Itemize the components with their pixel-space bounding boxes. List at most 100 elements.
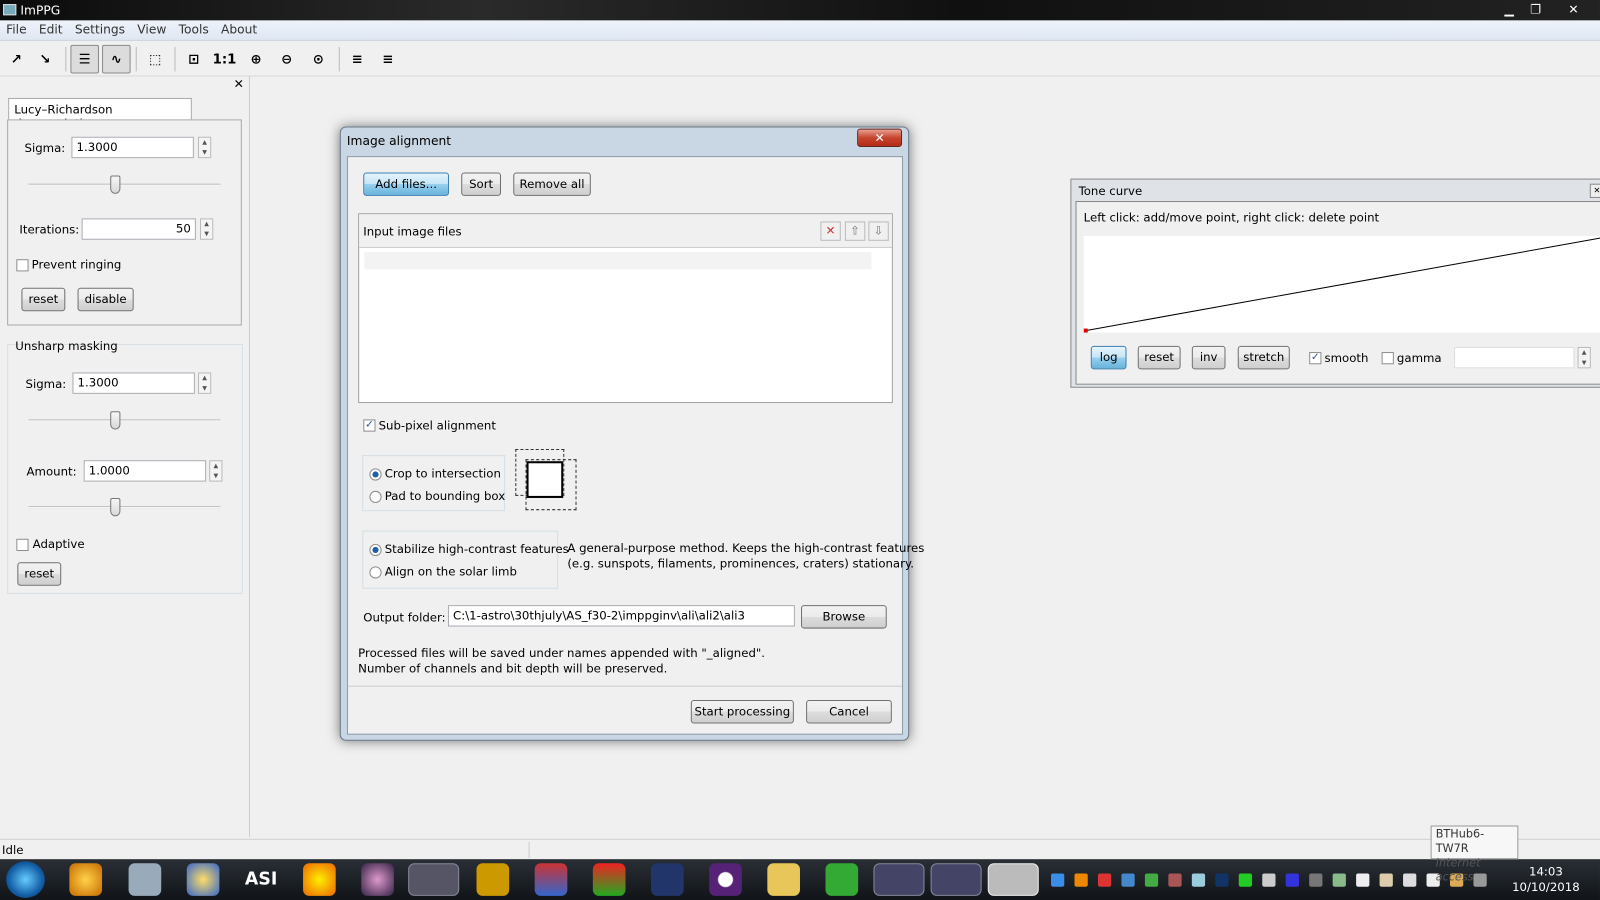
amount-slider[interactable]: [28, 506, 221, 509]
input-files-list[interactable]: Input image files ✕ ⇧ ⇩: [358, 213, 893, 404]
prevent-ringing-checkbox[interactable]: [16, 259, 29, 272]
taskbar-app-icon[interactable]: [592, 863, 626, 896]
taskbar-vpn-icon[interactable]: [709, 863, 742, 896]
taskbar-app-icon[interactable]: [303, 863, 336, 896]
close-app-button[interactable]: ✕: [1555, 0, 1592, 18]
taskbar-app-icon[interactable]: [651, 863, 684, 896]
move-up-icon[interactable]: ⇧: [844, 221, 866, 241]
amount-spinner[interactable]: ▲ ▼: [209, 460, 223, 482]
menu-view[interactable]: View: [131, 20, 172, 38]
gamma-spinner[interactable]: ▲ ▼: [1577, 346, 1591, 369]
menu-edit[interactable]: Edit: [33, 20, 69, 38]
limb-radio[interactable]: [369, 566, 382, 579]
tray-icon[interactable]: [1309, 873, 1323, 887]
gamma-input[interactable]: [1454, 346, 1575, 369]
taskbar-impPG-icon[interactable]: [408, 863, 460, 896]
zoom-out-icon[interactable]: ⊖: [272, 45, 301, 74]
tray-icon[interactable]: [1074, 873, 1088, 887]
tray-icon[interactable]: [1285, 873, 1299, 887]
tone-curve-canvas[interactable]: [1083, 235, 1600, 333]
zoom-in-icon[interactable]: ⊕: [242, 45, 271, 74]
lr-sigma-input[interactable]: 1.3000: [71, 136, 194, 159]
gamma-checkbox[interactable]: [1381, 352, 1394, 365]
output-folder-input[interactable]: C:\1-astro\30thjuly\AS_f30-2\imppginv\al…: [447, 605, 795, 627]
taskbar-app-icon[interactable]: [534, 863, 568, 896]
tray-icon[interactable]: [1168, 873, 1182, 887]
tone-curve-icon[interactable]: ∿: [102, 44, 131, 74]
sort-button[interactable]: Sort: [461, 172, 502, 196]
tray-icon[interactable]: [1121, 873, 1135, 887]
tray-bluetooth-icon[interactable]: [1215, 873, 1229, 887]
iterations-input[interactable]: 50: [81, 218, 196, 240]
select-region-icon[interactable]: ⬚: [141, 45, 170, 74]
tray-flag-icon[interactable]: [1356, 873, 1370, 887]
tray-icon[interactable]: [1379, 873, 1393, 887]
save-settings-icon[interactable]: ≡: [343, 45, 372, 74]
smooth-checkbox[interactable]: ✓: [1309, 352, 1322, 365]
add-files-button[interactable]: Add files...: [363, 172, 449, 196]
tray-volume-icon[interactable]: [1262, 873, 1276, 887]
taskbar-asi-icon[interactable]: ASI: [245, 863, 278, 896]
log-button[interactable]: log: [1090, 345, 1127, 370]
stretch-button[interactable]: stretch: [1237, 345, 1290, 370]
lr-sigma-slider-thumb[interactable]: [109, 175, 120, 194]
remove-file-icon[interactable]: ✕: [820, 221, 841, 241]
move-down-icon[interactable]: ⇩: [868, 221, 889, 241]
tab-lucy-richardson[interactable]: Lucy–Richardson deconvolution: [8, 97, 192, 131]
fit-window-icon[interactable]: ⊡: [180, 45, 209, 74]
restore-button[interactable]: ❐: [1520, 0, 1551, 18]
remove-all-button[interactable]: Remove all: [513, 172, 591, 196]
curve-point[interactable]: [1083, 328, 1088, 333]
menu-tools[interactable]: Tools: [172, 20, 214, 38]
tray-power-icon[interactable]: [1403, 873, 1417, 887]
lr-disable-button[interactable]: disable: [77, 287, 134, 312]
tray-icon[interactable]: [1191, 873, 1206, 887]
crop-radio[interactable]: [369, 468, 382, 481]
zoom-custom-icon[interactable]: ⊙: [304, 45, 333, 74]
amount-input[interactable]: 1.0000: [83, 460, 207, 482]
taskbar-app-icon[interactable]: [186, 863, 220, 896]
taskbar-app-icon[interactable]: [69, 863, 103, 896]
amount-slider-thumb[interactable]: [109, 497, 120, 517]
iterations-spinner[interactable]: ▲ ▼: [199, 218, 214, 240]
close-panel-icon[interactable]: ✕: [234, 77, 244, 91]
tray-evernote-icon[interactable]: [1144, 873, 1159, 887]
toggle-panel-icon[interactable]: ☰: [70, 44, 99, 74]
start-processing-button[interactable]: Start processing: [690, 699, 794, 724]
browse-button[interactable]: Browse: [801, 605, 887, 629]
tray-icon[interactable]: [1332, 873, 1346, 887]
taskbar-app-icon[interactable]: [987, 863, 1039, 896]
cancel-button[interactable]: Cancel: [806, 699, 892, 724]
save-image-icon[interactable]: ↘: [31, 45, 60, 74]
menu-settings[interactable]: Settings: [69, 20, 131, 38]
clock[interactable]: 14:03 10/10/2018: [1500, 864, 1592, 895]
subpixel-checkbox[interactable]: ✓: [363, 419, 376, 432]
taskbar-app-icon[interactable]: [930, 863, 982, 896]
menu-about[interactable]: About: [215, 20, 263, 38]
um-sigma-slider[interactable]: [28, 419, 221, 422]
load-settings-icon[interactable]: ≡: [373, 45, 402, 74]
start-button[interactable]: [6, 861, 45, 898]
taskbar-explorer-icon[interactable]: [767, 863, 800, 896]
taskbar-calculator-icon[interactable]: [128, 863, 162, 896]
lr-reset-button[interactable]: reset: [21, 287, 66, 312]
um-reset-button[interactable]: reset: [17, 562, 62, 586]
taskbar-galaxy-icon[interactable]: [361, 863, 394, 896]
tray-icon[interactable]: [1238, 873, 1253, 887]
inv-button[interactable]: inv: [1191, 345, 1226, 370]
tray-icon[interactable]: [1097, 873, 1112, 887]
adaptive-checkbox[interactable]: [16, 538, 29, 552]
taskbar-firefox-icon[interactable]: [873, 863, 925, 896]
load-image-icon[interactable]: ↗: [2, 45, 31, 74]
menu-file[interactable]: File: [0, 20, 33, 38]
taskbar-app-icon[interactable]: [476, 863, 510, 896]
um-sigma-spinner[interactable]: ▲ ▼: [197, 372, 212, 394]
pad-radio[interactable]: [369, 490, 382, 504]
taskbar-app-icon[interactable]: [825, 863, 859, 896]
tray-cloud-icon[interactable]: [1051, 873, 1065, 887]
lr-sigma-slider[interactable]: [28, 183, 221, 186]
um-sigma-input[interactable]: 1.3000: [72, 372, 195, 394]
stabilize-radio[interactable]: [369, 543, 382, 557]
um-sigma-slider-thumb[interactable]: [109, 411, 120, 430]
zoom-reset-icon[interactable]: 1:1: [210, 45, 239, 74]
